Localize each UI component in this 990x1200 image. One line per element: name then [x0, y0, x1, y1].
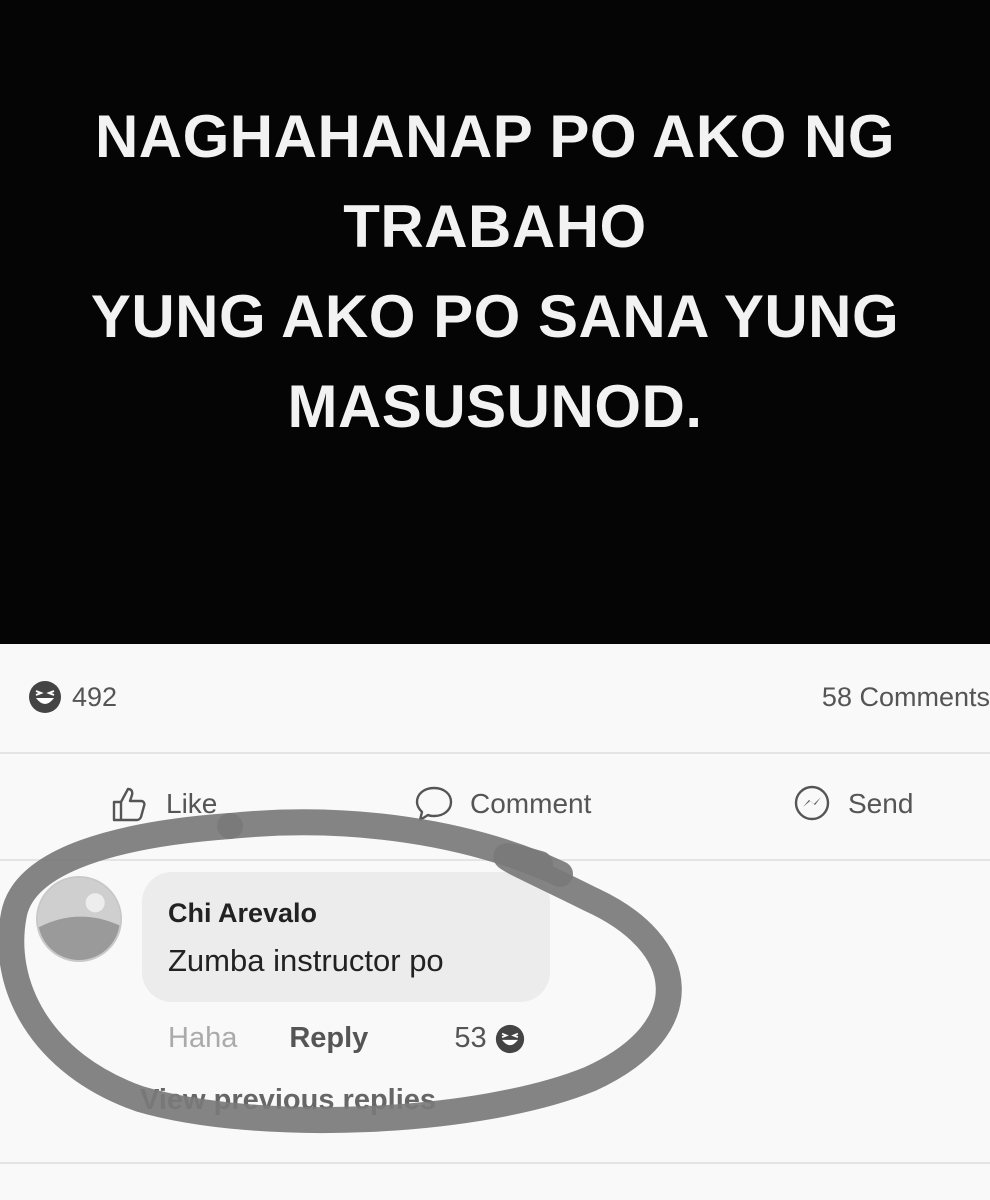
comment-button[interactable]: Comment: [412, 782, 591, 826]
caption-line-3: YUNG AKO PO SANA YUNG: [90, 283, 900, 350]
thumbs-up-icon: [112, 787, 146, 822]
post-action-bar: Like Comment Send: [0, 782, 990, 838]
like-label: Like: [166, 788, 218, 819]
comment-reply-button[interactable]: Reply: [289, 1022, 368, 1055]
comment-reaction-count[interactable]: 53: [454, 1022, 486, 1055]
caption-line-2: TRABAHO: [343, 193, 647, 260]
comment-actions: Haha Reply 53: [168, 1022, 525, 1055]
post-footer: 492 58 Comments Like Comment Send Chi Ar…: [0, 644, 990, 1200]
comment-haha-button[interactable]: Haha: [168, 1022, 237, 1055]
haha-emoji-icon: [495, 1024, 524, 1053]
comments-count-link[interactable]: 58 Comments: [822, 682, 990, 713]
caption-line-1: NAGHAHANAP PO AKO NG: [94, 103, 896, 170]
avatar-image: [38, 878, 120, 960]
send-button[interactable]: Send: [790, 782, 913, 826]
reaction-count: 492: [72, 681, 118, 712]
caption-line-4: MASUSUNOD.: [287, 373, 703, 440]
comment-text: Zumba instructor po: [168, 943, 444, 978]
comment-bubble: Chi Arevalo Zumba instructor po: [142, 872, 550, 1002]
messenger-icon: [794, 785, 830, 821]
reactions-summary[interactable]: 492: [28, 680, 117, 714]
divider: [0, 859, 990, 861]
comment-bubble-icon: [415, 786, 453, 822]
comment-label: Comment: [470, 788, 592, 819]
divider: [0, 1162, 990, 1164]
avatar[interactable]: [36, 876, 122, 962]
post-caption: NAGHAHANAP PO AKO NG TRABAHO YUNG AKO PO…: [91, 92, 899, 552]
haha-emoji-icon: [29, 681, 61, 713]
like-button[interactable]: Like: [108, 782, 217, 826]
post-image: NAGHAHANAP PO AKO NG TRABAHO YUNG AKO PO…: [0, 0, 990, 644]
send-label: Send: [848, 788, 914, 819]
divider: [0, 752, 990, 754]
comment-author[interactable]: Chi Arevalo: [168, 898, 550, 929]
view-previous-replies-link[interactable]: View previous replies: [140, 1084, 436, 1117]
